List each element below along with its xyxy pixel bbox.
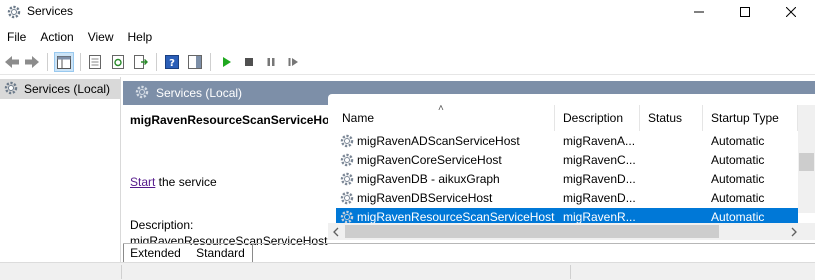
list-header: ˄ Name Description Status Startup Type <box>328 103 798 131</box>
menu-view[interactable]: View <box>81 27 121 47</box>
service-startup-cell: Automatic <box>711 210 765 224</box>
status-separator <box>121 265 122 279</box>
refresh-icon[interactable] <box>108 52 128 72</box>
table-row[interactable]: migRavenCoreServiceHost migRavenC... Aut… <box>336 151 798 170</box>
tree-item-label: Services (Local) <box>24 82 111 96</box>
service-name-cell: migRavenResourceScanServiceHost <box>357 210 555 224</box>
pane-header-label: Services (Local) <box>156 86 243 100</box>
console-tree: Services (Local) <box>0 77 121 280</box>
action-pane-icon[interactable] <box>185 52 205 72</box>
start-service-line: Start the service <box>130 175 217 189</box>
horizontal-scrollbar[interactable] <box>328 223 815 240</box>
minimize-button[interactable] <box>676 0 722 24</box>
menu-help[interactable]: Help <box>121 27 160 47</box>
service-description-cell: migRavenD... <box>563 172 636 186</box>
restart-service-icon[interactable] <box>283 52 303 72</box>
service-startup-cell: Automatic <box>711 191 765 205</box>
show-hide-console-tree-icon[interactable] <box>54 52 74 72</box>
back-arrow-icon[interactable] <box>2 52 22 72</box>
service-startup-cell: Automatic <box>711 172 765 186</box>
pause-service-icon[interactable] <box>261 52 281 72</box>
service-name-cell: migRavenDB - aikuxGraph <box>357 172 500 186</box>
column-header-description[interactable]: Description <box>555 105 640 131</box>
services-gear-icon <box>6 4 22 20</box>
description-label: Description: <box>130 218 194 232</box>
service-startup-cell: Automatic <box>711 153 765 167</box>
toolbar-separator <box>210 53 211 71</box>
service-gear-icon <box>339 171 355 190</box>
status-bar <box>0 262 815 280</box>
vertical-scroll-thumb[interactable] <box>799 153 814 171</box>
export-list-icon[interactable] <box>131 52 151 72</box>
service-description-cell: migRavenA... <box>563 134 636 148</box>
window-title: Services <box>27 4 74 18</box>
toolbar: ? <box>0 49 815 75</box>
table-row[interactable]: migRavenDB - aikuxGraph migRavenD... Aut… <box>336 170 798 189</box>
toolbar-separator <box>80 53 81 71</box>
tree-item-services-local[interactable]: Services (Local) <box>0 79 120 99</box>
service-gear-icon <box>339 152 355 171</box>
scroll-left-icon[interactable] <box>332 226 340 240</box>
svg-text:?: ? <box>169 58 175 69</box>
menu-file[interactable]: File <box>0 27 33 47</box>
tab-extended[interactable]: Extended <box>123 244 187 263</box>
title-bar: Services <box>0 0 815 24</box>
menu-action[interactable]: Action <box>33 27 80 47</box>
table-row[interactable]: migRavenDBServiceHost migRavenD... Autom… <box>336 189 798 208</box>
table-row[interactable]: migRavenADScanServiceHost migRavenA... A… <box>336 132 798 151</box>
horizontal-scroll-thumb[interactable] <box>345 225 719 238</box>
column-header-startup-type[interactable]: Startup Type <box>703 105 798 131</box>
service-description-cell: migRavenC... <box>563 153 636 167</box>
service-name-cell: migRavenCoreServiceHost <box>357 153 502 167</box>
tab-standard[interactable]: Standard <box>189 244 253 263</box>
services-list: ˄ Name Description Status Startup Type m… <box>328 94 815 243</box>
services-gear-icon <box>134 84 150 103</box>
services-gear-icon <box>3 80 19 99</box>
start-service-suffix: the service <box>155 175 217 189</box>
scroll-right-icon[interactable] <box>790 226 798 240</box>
service-name-cell: migRavenDBServiceHost <box>357 191 493 205</box>
menu-bar: File Action View Help <box>0 27 815 47</box>
details-pane: Services (Local) migRavenResourceScanSer… <box>123 77 815 280</box>
properties-icon[interactable] <box>85 52 105 72</box>
start-service-icon[interactable] <box>217 52 237 72</box>
help-icon[interactable]: ? <box>162 52 182 72</box>
service-gear-icon <box>339 190 355 209</box>
service-description-cell: migRavenR... <box>563 210 636 224</box>
service-name-cell: migRavenADScanServiceHost <box>357 134 520 148</box>
service-startup-cell: Automatic <box>711 134 765 148</box>
start-service-link[interactable]: Start <box>130 175 155 189</box>
toolbar-separator <box>47 53 48 71</box>
vertical-scrollbar[interactable] <box>798 105 815 213</box>
service-gear-icon <box>339 133 355 152</box>
column-header-name[interactable]: Name <box>334 105 555 131</box>
selected-service-name: migRavenResourceScanServiceHost <box>130 113 341 127</box>
close-button[interactable] <box>768 0 814 24</box>
extended-description-panel: migRavenResourceScanServiceHost Start th… <box>123 105 340 248</box>
forward-arrow-icon[interactable] <box>22 52 42 72</box>
column-header-status[interactable]: Status <box>640 105 703 131</box>
service-description-cell: migRavenD... <box>563 191 636 205</box>
stop-service-icon[interactable] <box>239 52 259 72</box>
status-separator <box>570 265 571 279</box>
maximize-button[interactable] <box>722 0 768 24</box>
toolbar-separator <box>156 53 157 71</box>
